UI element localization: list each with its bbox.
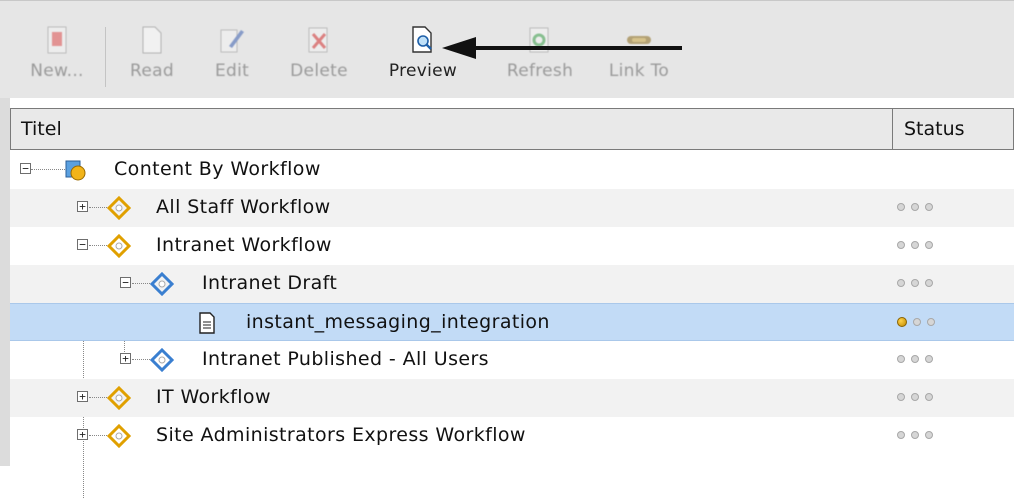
tree-row-label: IT Workflow	[156, 386, 271, 408]
workflow-state-icon	[149, 347, 175, 373]
tree-row-content-by-workflow[interactable]: − Content By Workflow	[10, 151, 1014, 189]
status-dot	[897, 393, 905, 401]
status-dot	[911, 431, 919, 439]
workflow-root-icon	[64, 158, 88, 182]
preview-magnifier-icon	[408, 23, 438, 57]
tree-row-intranet-draft[interactable]: − Intranet Draft	[10, 265, 1014, 303]
status-dot	[925, 203, 933, 211]
status-dot	[911, 279, 919, 287]
workflow-icon	[106, 423, 132, 449]
collapse-toggle[interactable]: −	[20, 163, 31, 174]
tree-connector	[31, 169, 65, 170]
edit-button-label: Edit	[214, 61, 250, 81]
tree-connector	[89, 397, 107, 398]
tree-connector	[89, 435, 107, 436]
status-indicators	[897, 279, 933, 287]
tree-row-label: Intranet Workflow	[156, 234, 332, 256]
status-dot	[913, 318, 921, 326]
toolbar: New... Read Edit Delete Preview Refresh	[0, 0, 1014, 98]
status-dot	[925, 355, 933, 363]
collapse-toggle[interactable]: −	[120, 277, 131, 288]
tree-connector	[132, 359, 150, 360]
status-dot	[925, 393, 933, 401]
delete-button[interactable]: Delete	[284, 23, 354, 91]
status-dot	[897, 431, 905, 439]
tree-row-label: Site Administrators Express Workflow	[156, 424, 526, 446]
tree-connector	[89, 245, 107, 246]
status-indicators	[897, 393, 933, 401]
delete-button-label: Delete	[290, 61, 348, 81]
status-dot	[925, 241, 933, 249]
new-item-icon	[42, 23, 72, 57]
collapse-toggle[interactable]: −	[77, 239, 88, 250]
status-dot	[911, 203, 919, 211]
delete-icon	[304, 23, 334, 57]
refresh-button-label: Refresh	[506, 61, 574, 81]
tree-row-label: instant_messaging_integration	[246, 311, 550, 333]
document-icon	[195, 311, 219, 335]
new-button[interactable]: New...	[26, 23, 88, 91]
status-dot	[925, 431, 933, 439]
tree-row-label: Content By Workflow	[114, 158, 321, 180]
status-dot	[911, 241, 919, 249]
grid-header: Titel Status	[10, 108, 1014, 150]
preview-button-label: Preview	[388, 61, 458, 81]
status-dot	[911, 393, 919, 401]
workflow-state-icon	[149, 271, 175, 297]
status-dot	[897, 355, 905, 363]
status-dot	[911, 355, 919, 363]
tree-row-instant-messaging-integration[interactable]: instant_messaging_integration	[10, 303, 1014, 341]
column-header-title[interactable]: Titel	[21, 118, 62, 140]
tree-row-intranet-workflow[interactable]: − Intranet Workflow	[10, 227, 1014, 265]
link-to-button-label: Link To	[608, 61, 670, 81]
status-dot	[925, 279, 933, 287]
edit-pen-icon	[217, 23, 247, 57]
read-document-icon	[137, 23, 167, 57]
expand-toggle[interactable]: +	[77, 391, 88, 402]
read-button[interactable]: Read	[124, 23, 180, 91]
tree-row-intranet-published-all-users[interactable]: + Intranet Published - All Users	[10, 341, 1014, 379]
status-indicators	[897, 431, 933, 439]
status-dot	[897, 279, 905, 287]
edit-button[interactable]: Edit	[208, 23, 256, 91]
tree-row-label: Intranet Published - All Users	[202, 348, 489, 370]
workflow-icon	[106, 385, 132, 411]
toolbar-separator	[105, 27, 106, 87]
new-button-label: New...	[30, 61, 84, 81]
expand-toggle[interactable]: +	[77, 201, 88, 212]
status-indicators	[897, 355, 933, 363]
tree-connector	[89, 207, 107, 208]
annotation-arrow	[442, 37, 682, 59]
tree-row-label: All Staff Workflow	[156, 196, 331, 218]
status-dot	[897, 203, 905, 211]
status-indicators	[897, 317, 935, 327]
workflow-icon	[106, 233, 132, 259]
read-button-label: Read	[130, 61, 174, 81]
status-dot-active	[897, 317, 907, 327]
status-indicators	[897, 241, 933, 249]
column-header-status[interactable]: Status	[904, 118, 965, 140]
column-divider[interactable]	[892, 109, 893, 149]
tree-row-site-administrators-express-workflow[interactable]: + Site Administrators Express Workflow	[10, 417, 1014, 455]
status-dot	[927, 318, 935, 326]
expand-toggle[interactable]: +	[120, 353, 131, 364]
content-tree-grid: Titel Status − Content By Workflow + All…	[10, 108, 1014, 498]
workflow-icon	[106, 195, 132, 221]
tree-row-all-staff-workflow[interactable]: + All Staff Workflow	[10, 189, 1014, 227]
expand-toggle[interactable]: +	[77, 429, 88, 440]
status-indicators	[897, 203, 933, 211]
tree-row-label: Intranet Draft	[202, 272, 338, 294]
tree-row-it-workflow[interactable]: + IT Workflow	[10, 379, 1014, 417]
tree-connector	[132, 283, 150, 284]
status-dot	[897, 241, 905, 249]
